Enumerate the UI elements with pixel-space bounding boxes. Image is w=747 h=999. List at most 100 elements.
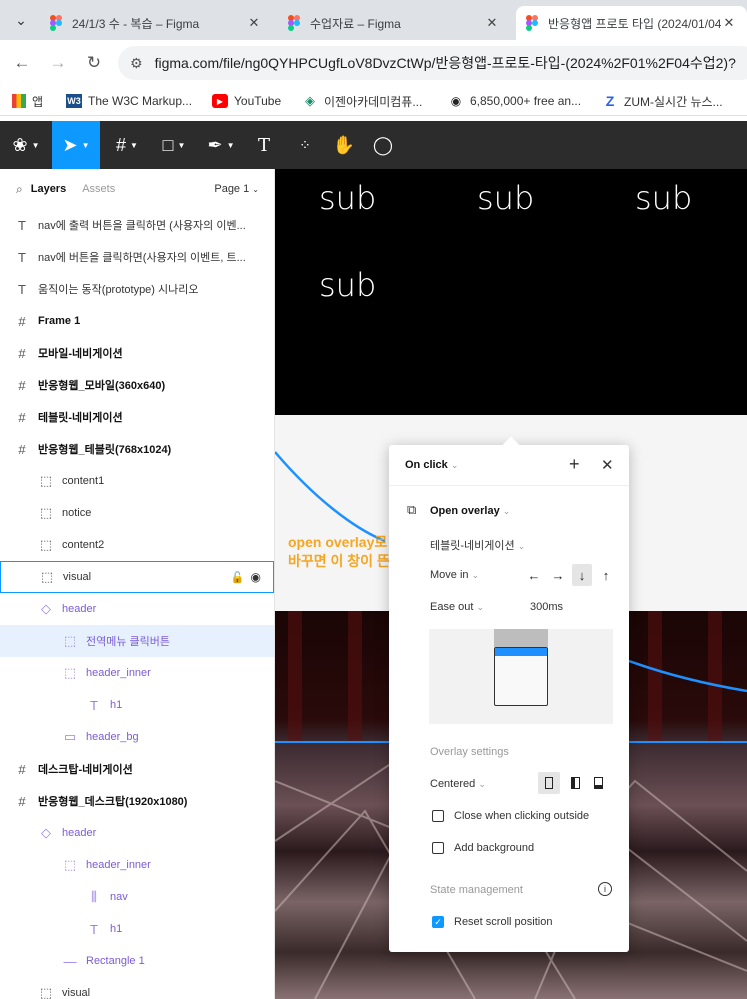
layer-row[interactable]: Tnav에 버튼을 클릭하면(사용자의 이벤트, 트... <box>0 241 274 273</box>
layer-row[interactable]: Th1 <box>0 913 274 945</box>
shape-tool-button[interactable]: □ ▼ <box>152 121 196 169</box>
layer-row[interactable]: # 반응형웹_모바일(360x640) <box>0 369 274 401</box>
text-layer-icon: T <box>18 217 26 233</box>
layer-row[interactable]: ◇ header <box>0 817 274 849</box>
url-input[interactable]: ⚙ figma.com/file/ng0QYHPCUgfLoV8DvzCtWp/… <box>118 46 747 80</box>
layer-label: 모바일-네비게이션 <box>38 348 123 360</box>
layer-row[interactable]: ⬚ visual <box>0 977 274 999</box>
layer-row[interactable]: — Rectangle 1 <box>0 945 274 977</box>
prototype-interaction-popup: On click ⌄ + ✕ ⧉ Open overlay ⌄ 테블릿-네비게이… <box>389 445 629 952</box>
resources-tool-button[interactable]: ⁘ <box>290 121 320 169</box>
tab-layers[interactable]: Layers <box>31 183 66 195</box>
forward-arrow-icon[interactable]: → <box>48 53 68 73</box>
position-center-button[interactable] <box>538 772 560 794</box>
layer-row[interactable]: # Frame 1 <box>0 305 274 337</box>
bookmark-apps[interactable]: 앱 <box>12 92 43 110</box>
direction-left-button[interactable]: ← <box>524 564 544 586</box>
browser-tab-1[interactable]: 24/1/3 수 - 복습 – Figma ✕ <box>40 6 272 40</box>
destination-dropdown[interactable]: 테블릿-네비게이션 ⌄ <box>430 537 525 553</box>
figma-logo-icon: ❀ <box>12 134 28 155</box>
site-settings-icon[interactable]: ⚙ <box>130 55 143 72</box>
layer-row[interactable]: ⬚ visual 🔓 ◉ <box>0 561 274 593</box>
animation-dropdown[interactable]: Move in ⌄ <box>430 569 479 581</box>
page-selector[interactable]: Page 1 ⌄ <box>214 183 259 195</box>
figma-main-menu-button[interactable]: ❀ ▼ <box>0 121 52 169</box>
close-tab-icon[interactable]: ✕ <box>484 15 500 31</box>
layer-row[interactable]: ⬚ 전역메뉴 클릭버튼 <box>0 625 274 657</box>
youtube-icon: ▶ <box>212 94 228 108</box>
easing-dropdown[interactable]: Ease out ⌄ <box>430 601 484 613</box>
layer-row[interactable]: # 데스크탑-네비게이션 <box>0 753 274 785</box>
trigger-dropdown[interactable]: On click ⌄ <box>405 459 458 471</box>
direction-up-button[interactable]: ↑ <box>596 564 616 586</box>
text-tool-button[interactable]: T <box>248 121 280 169</box>
position-left-button[interactable] <box>564 772 586 794</box>
preview-overlay-bar <box>495 648 547 656</box>
pen-tool-button[interactable]: ✒ ▼ <box>198 121 244 169</box>
layer-row[interactable]: Tnav에 출력 버튼을 클릭하면 (사용자의 이벤... <box>0 209 274 241</box>
bookmark-ezen[interactable]: ◈ 이젠아카데미컴퓨... <box>302 92 422 110</box>
frame-tool-button[interactable]: # ▼ <box>104 121 150 169</box>
layer-row[interactable]: # 테블릿-네비게이션 <box>0 401 274 433</box>
frame-layer-icon: # <box>18 377 26 393</box>
bookmark-w3c[interactable]: W3 The W3C Markup... <box>66 92 192 110</box>
layer-label: 반응형웹_모바일(360x640) <box>38 380 166 392</box>
comment-tool-button[interactable]: ◯ <box>368 121 398 169</box>
layer-row[interactable]: ⬚ header_inner <box>0 849 274 881</box>
tab-assets[interactable]: Assets <box>82 183 115 195</box>
layer-label: 움직이는 동작(prototype) 시나리오 <box>38 284 199 296</box>
position-bottom-button[interactable] <box>587 772 609 794</box>
reset-scroll-checkbox[interactable]: ✓ <box>432 916 444 928</box>
layer-row[interactable]: # 반응형웹_데스크탑(1920x1080) <box>0 785 274 817</box>
layer-row[interactable]: T 움직이는 동작(prototype) 시나리오 <box>0 273 274 305</box>
group-layer-icon: ⬚ <box>63 665 77 680</box>
browser-tab-2[interactable]: 수업자료 – Figma ✕ <box>278 6 510 40</box>
layer-label: h1 <box>110 923 123 935</box>
direction-down-button[interactable]: ↓ <box>572 564 592 586</box>
layer-row[interactable]: ◇ header <box>0 593 274 625</box>
preview-device-frame <box>494 647 548 706</box>
layer-label: header_inner <box>86 667 151 679</box>
close-outside-checkbox[interactable] <box>432 810 444 822</box>
close-tab-icon[interactable]: ✕ <box>246 15 262 31</box>
bookmark-freepik[interactable]: ◉ 6,850,000+ free an... <box>448 92 581 110</box>
reload-icon[interactable]: ↻ <box>84 53 104 73</box>
close-icon[interactable]: ✕ <box>601 456 614 474</box>
layer-row[interactable]: ▭ header_bg <box>0 721 274 753</box>
layer-label: header <box>62 603 97 615</box>
layer-row[interactable]: Th1 <box>0 689 274 721</box>
layer-row[interactable]: ⬚ content1 <box>0 465 274 497</box>
visibility-eye-icon[interactable]: ◉ <box>251 570 261 584</box>
annotation-line-1: open overlay로 <box>288 534 388 550</box>
bookmark-label: 앱 <box>32 94 44 109</box>
layer-row[interactable]: ⬚ notice <box>0 497 274 529</box>
ezen-academy-icon: ◈ <box>305 93 315 108</box>
layer-label: header <box>62 827 97 839</box>
layer-row[interactable]: ⬚ header_inner <box>0 657 274 689</box>
layer-row[interactable]: # 모바일-네비게이션 <box>0 337 274 369</box>
back-arrow-icon[interactable]: ← <box>12 53 32 73</box>
action-dropdown[interactable]: Open overlay ⌄ <box>430 505 510 517</box>
layer-row[interactable]: ⬚ content2 <box>0 529 274 561</box>
app-window: ⌄ 24/1/3 수 - 복습 – Figma ✕ 수업자료 – Figma ✕… <box>0 0 747 999</box>
position-dropdown[interactable]: Centered ⌄ <box>430 778 486 790</box>
state-management-title: State management <box>430 884 523 896</box>
tab-search-dropdown[interactable]: ⌄ <box>8 8 34 32</box>
add-action-icon[interactable]: + <box>569 454 580 475</box>
bookmark-youtube[interactable]: ▶ YouTube <box>212 92 281 110</box>
browser-tab-active[interactable]: 반응형앱 프로토 타입 (2024/01/04 수업2) ✕ <box>516 6 747 40</box>
move-tool-button[interactable]: ➤ ▼ <box>52 121 100 169</box>
preview-overlay-shape <box>494 629 548 647</box>
layer-row[interactable]: ⫼ nav <box>0 881 274 913</box>
direction-right-button[interactable]: → <box>548 564 568 586</box>
info-icon[interactable]: i <box>598 882 612 896</box>
layer-row[interactable]: # 반응형웹_테블릿(768x1024) <box>0 433 274 465</box>
chevron-down-icon: ▼ <box>31 140 40 150</box>
bookmark-zum[interactable]: Z ZUM-실시간 뉴스... <box>602 92 723 110</box>
add-background-checkbox[interactable] <box>432 842 444 854</box>
hand-tool-button[interactable]: ✋ <box>328 121 360 169</box>
close-tab-icon[interactable]: ✕ <box>721 15 737 31</box>
unlock-icon[interactable]: 🔓 <box>231 571 245 584</box>
search-icon[interactable]: ⌕ <box>16 182 23 197</box>
duration-input[interactable]: 300ms <box>530 601 563 613</box>
